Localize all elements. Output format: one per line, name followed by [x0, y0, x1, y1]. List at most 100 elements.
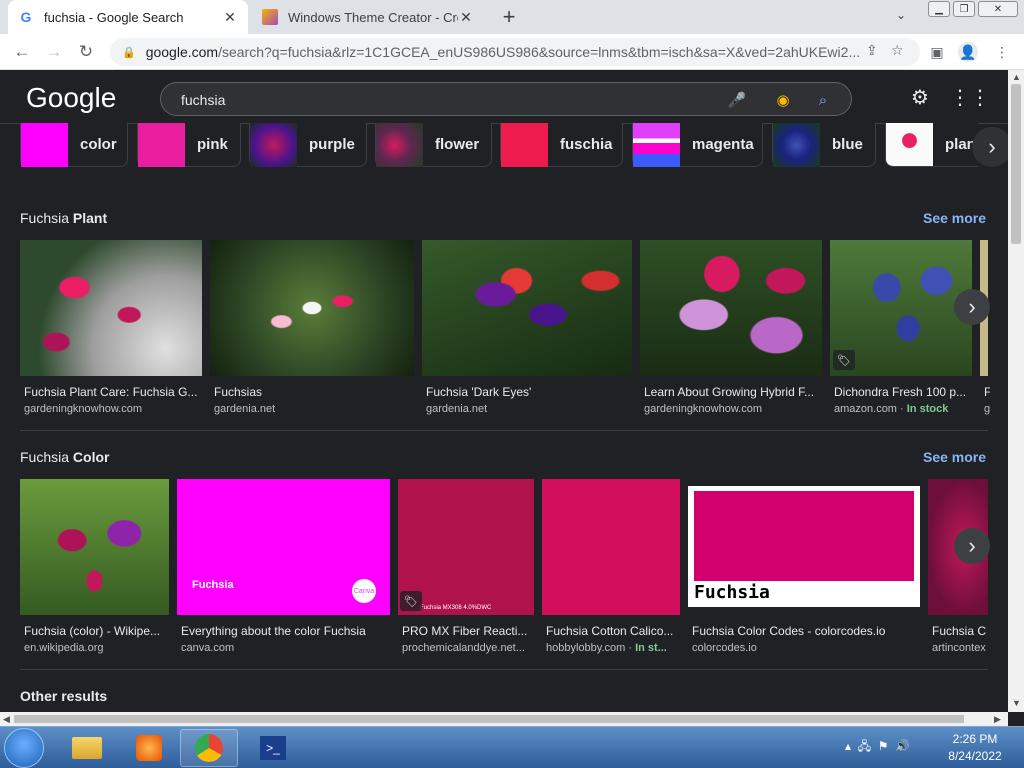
image-result[interactable]: [20, 240, 202, 376]
section-divider: [20, 669, 988, 670]
google-logo[interactable]: Google: [26, 82, 116, 114]
result-title[interactable]: Fuchsia Color Codes - colorcodes.io: [692, 624, 920, 638]
see-more-link[interactable]: See more: [923, 210, 986, 226]
result-title[interactable]: Dichondra Fresh 100 p...: [834, 385, 970, 399]
scroll-left-arrow-icon[interactable]: ◀: [3, 714, 10, 725]
chip-flower[interactable]: flower: [375, 122, 492, 167]
result-title[interactable]: Fuchsias: [214, 385, 410, 399]
search-input[interactable]: [181, 90, 701, 110]
result-title[interactable]: F: [984, 385, 990, 399]
result-title[interactable]: Fuchsia C: [932, 624, 988, 638]
scrollbar-thumb[interactable]: [1011, 84, 1021, 244]
address-bar[interactable]: 🔒 google.com/search?q=fuchsia&rlz=1C1GCE…: [110, 38, 920, 66]
window-close-icon[interactable]: ✕: [978, 1, 1018, 17]
tab-google-search[interactable]: G fuchsia - Google Search ✕: [8, 0, 248, 34]
tab-windows-theme-creator[interactable]: Windows Theme Creator - Create ✕: [252, 0, 484, 34]
horizontal-scrollbar[interactable]: ◀ ▶: [0, 712, 1008, 726]
taskbar-clock[interactable]: 2:26 PM 8/24/2022: [944, 731, 1006, 765]
image-result[interactable]: [640, 240, 822, 376]
row-next-chevron-icon[interactable]: ›: [954, 528, 990, 564]
close-icon[interactable]: ✕: [222, 9, 238, 25]
scroll-right-arrow-icon[interactable]: ▶: [994, 714, 1001, 725]
image-result[interactable]: Fuchsia: [688, 486, 920, 607]
back-arrow-icon[interactable]: ←: [12, 42, 32, 62]
url-host: google.com: [145, 44, 219, 60]
bookmark-star-icon[interactable]: ☆: [891, 42, 904, 59]
file-explorer-icon[interactable]: [58, 729, 116, 767]
lens-camera-icon[interactable]: ◉: [773, 90, 793, 110]
menu-kebab-icon[interactable]: ⋮: [992, 42, 1012, 62]
chip-purple[interactable]: purple: [249, 122, 367, 167]
canva-logo: Canva: [352, 579, 376, 603]
result-title[interactable]: PRO MX Fiber Reacti...: [402, 624, 532, 638]
chip-color[interactable]: color: [20, 122, 128, 167]
scroll-up-arrow-icon[interactable]: ▲: [1012, 72, 1021, 82]
row-next-chevron-icon[interactable]: ›: [954, 289, 990, 325]
result-source: gardeningknowhow.com: [24, 403, 143, 415]
result-title[interactable]: Learn About Growing Hybrid F...: [644, 385, 820, 399]
image-result[interactable]: [422, 240, 632, 376]
image-result[interactable]: [20, 479, 169, 615]
close-icon[interactable]: ✕: [458, 9, 474, 25]
vertical-scrollbar[interactable]: ▲ ▼: [1008, 70, 1024, 712]
tab-title: fuchsia - Google Search: [44, 9, 184, 25]
result-title[interactable]: Fuchsia (color) - Wikipe...: [24, 624, 167, 638]
chips-next-chevron-icon[interactable]: ›: [972, 127, 1008, 167]
search-icon[interactable]: ⌕: [813, 90, 833, 110]
restore-icon[interactable]: ❐: [953, 1, 975, 17]
chip-pink[interactable]: pink: [137, 122, 241, 167]
minimize-icon[interactable]: ▁: [928, 1, 950, 17]
result-title[interactable]: Everything about the color Fuchsia: [181, 624, 388, 638]
google-favicon-icon: G: [20, 9, 32, 25]
flag-icon[interactable]: ⚑: [878, 739, 889, 753]
media-player-icon[interactable]: [120, 729, 178, 767]
result-source: amazon.com · In stock: [834, 403, 949, 415]
result-title[interactable]: Fuchsia Cotton Calico...: [546, 624, 678, 638]
image-result[interactable]: Fuchsia MX308 4.0%DWC 🏷: [398, 479, 534, 615]
search-box[interactable]: 🎤 ◉ ⌕: [160, 82, 852, 116]
theme-favicon-icon: [262, 9, 278, 25]
image-result[interactable]: [210, 240, 414, 376]
scrollbar-thumb[interactable]: [14, 715, 964, 723]
apps-grid-icon[interactable]: ⋮⋮: [950, 85, 990, 109]
result-title[interactable]: Fuchsia Plant Care: Fuchsia G...: [24, 385, 200, 399]
new-tab-plus-icon[interactable]: +: [498, 4, 520, 29]
image-result[interactable]: 🏷: [830, 240, 972, 376]
shopping-tag-icon: 🏷: [833, 350, 855, 370]
powershell-icon[interactable]: >_: [244, 729, 302, 767]
chip-fuschia[interactable]: fuschia: [500, 122, 623, 167]
chip-thumbnail: [633, 122, 680, 167]
chip-thumbnail: [376, 122, 423, 167]
settings-gear-icon[interactable]: ⚙: [908, 85, 932, 109]
chrome-taskbar-icon[interactable]: [180, 729, 238, 767]
color-swatch: [694, 491, 914, 581]
in-stock-label: In stock: [906, 403, 949, 415]
chip-plant[interactable]: plan: [885, 123, 978, 167]
side-panel-icon[interactable]: ▣: [927, 42, 947, 62]
volume-icon[interactable]: 🔊: [895, 739, 910, 753]
tray-chevron-icon[interactable]: ▴: [845, 739, 851, 753]
reload-icon[interactable]: ↻: [76, 42, 96, 62]
chip-magenta[interactable]: magenta: [632, 122, 763, 167]
forward-arrow-icon[interactable]: →: [44, 42, 64, 62]
result-source: canva.com: [181, 642, 235, 654]
see-more-link[interactable]: See more: [923, 449, 986, 465]
profile-avatar-icon[interactable]: 👤: [958, 42, 978, 62]
scroll-down-arrow-icon[interactable]: ▼: [1012, 698, 1021, 708]
network-icon[interactable]: 🖧: [858, 739, 871, 753]
tab-search-chevron-icon[interactable]: ⌄: [896, 8, 906, 22]
image-result[interactable]: [542, 479, 680, 615]
start-button-icon[interactable]: [4, 728, 44, 768]
microphone-icon[interactable]: 🎤: [727, 90, 747, 110]
chip-blue[interactable]: blue: [772, 122, 876, 167]
related-chips: color pink purple flower fuschia magenta…: [20, 122, 1008, 167]
chip-thumbnail: [886, 123, 933, 166]
result-source: gardenia.net: [426, 403, 488, 415]
result-title[interactable]: Fuchsia 'Dark Eyes': [426, 385, 628, 399]
result-source: g: [984, 403, 990, 415]
url-path: /search?q=fuchsia&rlz=1C1GCEA_enUS986US9…: [218, 44, 861, 60]
image-result[interactable]: Fuchsia Canva: [177, 479, 390, 615]
other-results-heading: Other results: [20, 688, 108, 704]
share-icon[interactable]: ⇪: [866, 42, 878, 59]
google-images-page: Google 🎤 ◉ ⌕ ⚙ ⋮⋮ color pink purple flow…: [0, 70, 1008, 712]
